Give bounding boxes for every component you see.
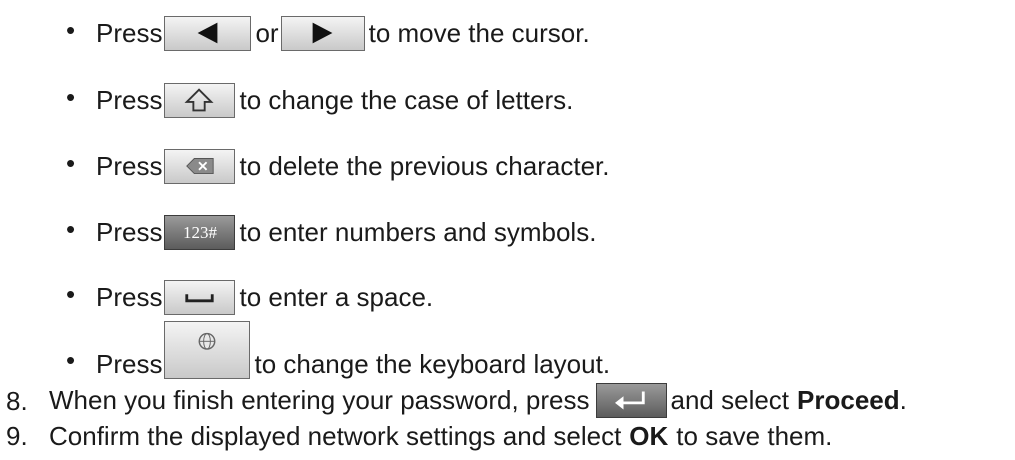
- bullet-marker: •: [66, 15, 76, 45]
- enter-icon: [595, 382, 667, 418]
- bullet-suffix-text: to enter numbers and symbols.: [239, 217, 597, 247]
- press-text: Press: [96, 18, 163, 48]
- bullet-suffix-text: to delete the previous character.: [239, 151, 610, 181]
- step-text: Confirm the displayed network settings a…: [49, 421, 622, 451]
- or-text: or: [255, 18, 279, 48]
- step-text: .: [899, 385, 907, 415]
- bullet-marker: •: [66, 148, 76, 178]
- bullet-marker: •: [66, 214, 76, 244]
- proceed-label: Proceed: [797, 385, 900, 415]
- press-text: Press: [96, 217, 163, 247]
- bullet-suffix-text: to move the cursor.: [368, 18, 590, 48]
- step-text: and select: [670, 385, 790, 415]
- shift-icon: [164, 82, 236, 118]
- space-icon: [164, 279, 236, 315]
- globe-icon: [164, 321, 251, 379]
- press-text: Press: [96, 151, 163, 181]
- left-arrow-icon: [164, 15, 252, 51]
- bullet-marker: •: [66, 345, 76, 375]
- numbers-symbols-icon: 123#: [164, 214, 236, 250]
- press-text: Press: [96, 85, 163, 115]
- delete-icon: [164, 148, 236, 184]
- right-arrow-icon: [280, 15, 365, 51]
- bullet-marker: •: [66, 279, 76, 309]
- numbers-symbols-label: 123#: [182, 222, 217, 242]
- step-number: 8.: [6, 386, 28, 416]
- ok-label: OK: [629, 421, 669, 451]
- step-text: to save them.: [676, 421, 833, 451]
- bullet-suffix-text: to change the keyboard layout.: [254, 349, 611, 379]
- press-text: Press: [96, 282, 163, 312]
- press-text: Press: [96, 349, 163, 379]
- bullet-marker: •: [66, 82, 76, 112]
- step-number: 9.: [6, 421, 28, 451]
- step-text: When you finish entering your password, …: [49, 385, 590, 415]
- bullet-suffix-text: to enter a space.: [239, 282, 434, 312]
- bullet-suffix-text: to change the case of letters.: [239, 85, 574, 115]
